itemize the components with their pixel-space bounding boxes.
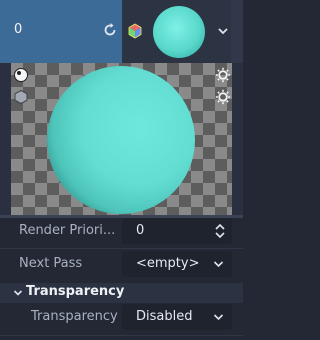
reload-icon[interactable] <box>101 21 119 39</box>
light-two-icon[interactable] <box>215 89 231 105</box>
chevron-down-icon[interactable] <box>213 260 224 268</box>
next-pass-dropdown[interactable]: <empty> <box>122 251 232 277</box>
transparency-dropdown[interactable]: Disabled <box>122 304 232 330</box>
chevron-down-icon[interactable] <box>217 26 229 36</box>
transparency-label: Transparency <box>31 309 118 324</box>
light-one-icon[interactable] <box>215 67 231 83</box>
next-pass-row: Next Pass <empty> <box>0 251 243 283</box>
material-preview <box>11 63 232 215</box>
cube-mode-icon[interactable] <box>13 89 29 105</box>
render-priority-spinbox[interactable]: 0 <box>122 218 232 244</box>
material-thumbnail-sphere <box>153 6 205 58</box>
preview-sphere <box>47 66 195 214</box>
next-pass-label: Next Pass <box>19 256 83 271</box>
transparency-value: Disabled <box>136 309 193 324</box>
render-priority-label: Render Priori... <box>19 223 116 238</box>
preview-margin-right <box>232 63 243 215</box>
next-pass-value: <empty> <box>136 256 200 271</box>
spinner-arrows-icon[interactable] <box>214 223 226 239</box>
sphere-mode-icon[interactable] <box>13 67 29 83</box>
chevron-down-icon[interactable] <box>213 313 224 321</box>
preview-margin-left <box>0 63 11 215</box>
material-cube-icon <box>128 23 142 39</box>
resource-value: 0 <box>14 22 23 37</box>
transparency-section-header[interactable]: Transparency <box>0 283 243 303</box>
chevron-down-icon <box>13 290 23 296</box>
row-divider <box>0 248 243 249</box>
section-title: Transparency <box>26 284 125 299</box>
render-priority-row: Render Priori... 0 <box>0 218 243 250</box>
render-priority-value: 0 <box>136 223 145 238</box>
row-divider <box>0 335 243 336</box>
transparency-row: Transparency Disabled <box>0 304 243 336</box>
